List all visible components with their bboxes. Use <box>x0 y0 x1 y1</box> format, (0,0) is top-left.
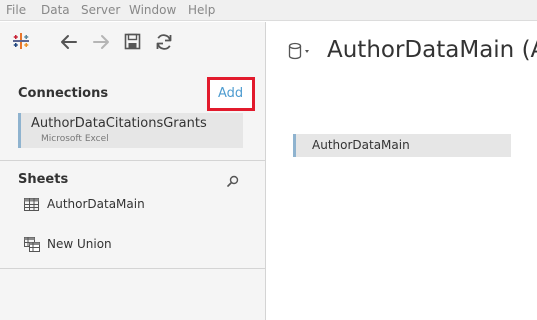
menu-window[interactable]: Window <box>129 3 176 17</box>
tableau-logo-icon[interactable] <box>12 32 30 50</box>
canvas-table-chip[interactable]: AuthorDataMain <box>293 134 511 157</box>
connection-type: Microsoft Excel <box>41 134 109 144</box>
section-divider <box>0 268 266 269</box>
add-connection-link[interactable]: Add <box>218 86 243 101</box>
menu-bar: File Data Server Window Help <box>0 0 537 21</box>
connections-title: Connections <box>18 86 109 101</box>
refresh-icon[interactable] <box>154 32 174 52</box>
connection-name: AuthorDataCitationsGrants <box>31 116 207 131</box>
menu-data[interactable]: Data <box>41 3 70 17</box>
menu-file[interactable]: File <box>6 3 26 17</box>
sheet-item-label: New Union <box>47 237 112 251</box>
data-source-sidebar: Connections Add AuthorDataCitationsGrant… <box>0 22 266 320</box>
section-divider <box>0 160 266 161</box>
table-grid-icon <box>24 198 39 211</box>
forward-arrow-icon[interactable] <box>91 32 111 52</box>
sheet-item-new-union[interactable]: New Union <box>24 237 224 253</box>
menu-help[interactable]: Help <box>188 3 215 17</box>
search-icon[interactable] <box>227 175 239 187</box>
connection-item[interactable]: AuthorDataCitationsGrants Microsoft Exce… <box>18 113 243 148</box>
menu-server[interactable]: Server <box>81 3 120 17</box>
sheets-title: Sheets <box>18 172 69 187</box>
back-arrow-icon[interactable] <box>59 32 79 52</box>
sheet-item-authordatamain[interactable]: AuthorDataMain <box>24 197 224 213</box>
save-icon[interactable] <box>124 33 141 50</box>
datasource-cylinder-icon[interactable] <box>288 42 314 60</box>
sheet-item-label: AuthorDataMain <box>47 197 145 211</box>
datasource-title[interactable]: AuthorDataMain (A <box>327 37 537 63</box>
data-source-canvas: AuthorDataMain (A AuthorDataMain <box>267 22 537 320</box>
add-connection-highlight: Add <box>207 77 255 111</box>
canvas-table-label: AuthorDataMain <box>312 138 410 152</box>
union-icon <box>24 237 40 252</box>
